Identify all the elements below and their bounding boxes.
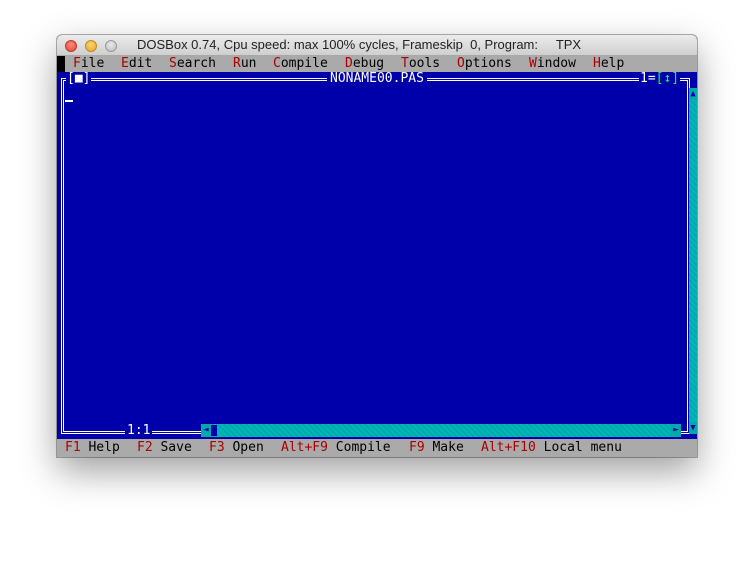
menu-file[interactable]: File <box>73 56 104 72</box>
cursor-position: 1:1 <box>125 423 153 438</box>
dos-screen[interactable]: File Edit Search Run Compile Debug Tools… <box>57 56 697 457</box>
menu-compile[interactable]: Compile <box>273 56 328 72</box>
menu-bar-marker <box>57 56 65 72</box>
menu-search[interactable]: Search <box>169 56 216 72</box>
zoom-box-icon[interactable]: [↕] <box>656 71 679 86</box>
menu-tools[interactable]: Tools <box>401 56 440 72</box>
minimize-window-button[interactable] <box>85 40 97 52</box>
status-help[interactable]: F1 Help <box>65 439 120 457</box>
dosbox-window: DOSBox 0.74, Cpu speed: max 100% cycles,… <box>57 35 697 457</box>
scroll-left-arrow-icon[interactable]: ◄ <box>201 424 211 437</box>
window-title: DOSBox 0.74, Cpu speed: max 100% cycles,… <box>137 37 582 52</box>
vertical-scrollbar[interactable] <box>689 88 697 434</box>
status-open[interactable]: F3 Open <box>209 439 264 457</box>
scroll-down-arrow-icon[interactable]: ▼ <box>689 422 697 434</box>
text-cursor <box>65 100 73 102</box>
menu-bar: File Edit Search Run Compile Debug Tools… <box>57 56 697 72</box>
status-save[interactable]: F2 Save <box>137 439 192 457</box>
menu-help[interactable]: Help <box>593 56 624 72</box>
editor-window-number[interactable]: 1=[↕] <box>639 71 681 86</box>
menu-run[interactable]: Run <box>233 56 256 72</box>
horizontal-scroll-thumb[interactable] <box>211 425 217 436</box>
scroll-right-arrow-icon[interactable]: ► <box>671 424 681 437</box>
title-bar[interactable]: DOSBox 0.74, Cpu speed: max 100% cycles,… <box>57 35 697 56</box>
horizontal-scrollbar[interactable] <box>201 424 681 437</box>
status-local-menu[interactable]: Alt+F10 Local menu <box>481 439 622 457</box>
menu-debug[interactable]: Debug <box>345 56 384 72</box>
zoom-window-button[interactable] <box>105 40 117 52</box>
status-compile[interactable]: Alt+F9 Compile <box>281 439 391 457</box>
status-make[interactable]: F9 Make <box>409 439 464 457</box>
editor-frame <box>61 78 690 434</box>
menu-window[interactable]: Window <box>529 56 576 72</box>
editor-close-box[interactable]: [■] <box>66 72 92 86</box>
editor-filename: NONAME00.PAS <box>327 72 427 86</box>
menu-edit[interactable]: Edit <box>121 56 152 72</box>
scroll-up-arrow-icon[interactable]: ▲ <box>689 88 697 100</box>
menu-options[interactable]: Options <box>457 56 512 72</box>
status-bar: F1 Help F2 Save F3 Open Alt+F9 Compile F… <box>57 439 697 457</box>
close-window-button[interactable] <box>65 40 77 52</box>
